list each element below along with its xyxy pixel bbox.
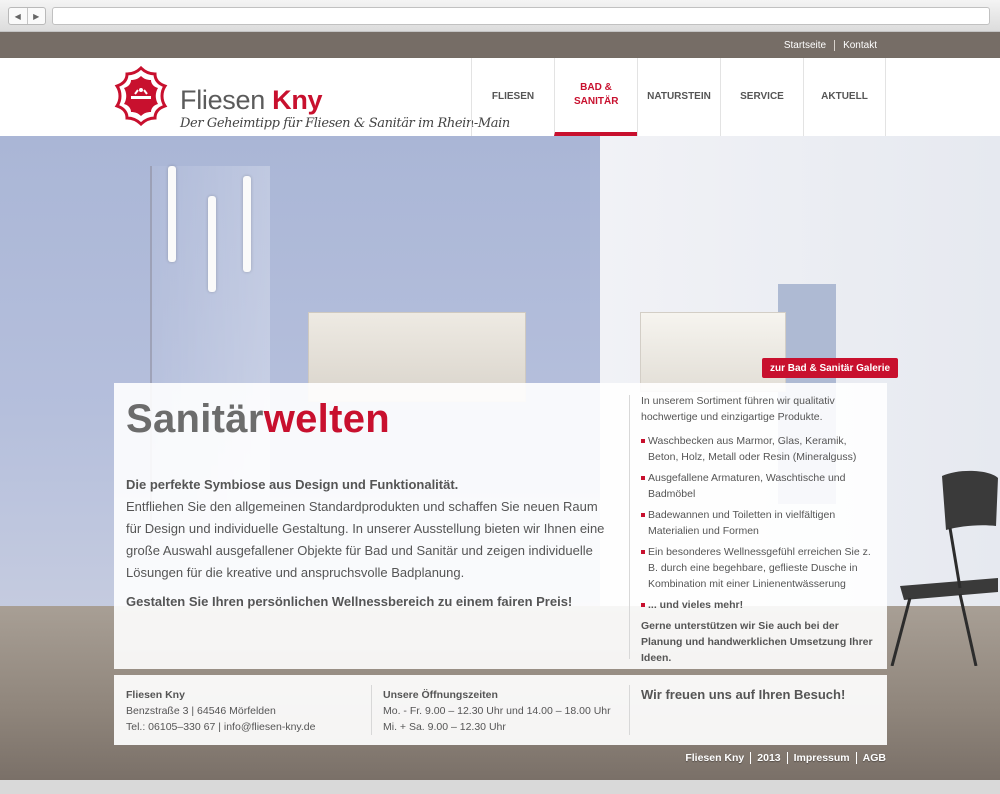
list-item: ... und vieles mehr! [641, 597, 876, 613]
address-bar[interactable] [52, 7, 990, 25]
bottom-link-agb[interactable]: AGB [855, 752, 886, 764]
top-link-kontakt[interactable]: Kontakt [834, 39, 885, 51]
product-list: Waschbecken aus Marmor, Glas, Keramik, B… [641, 433, 876, 613]
menu-item-service[interactable]: SERVICE [720, 58, 803, 136]
divider [629, 685, 630, 735]
lead-text: Entfliehen Sie den allgemeinen Standardp… [126, 499, 605, 580]
lead-bold: Die perfekte Symbiose aus Design und Fun… [126, 477, 459, 492]
ornament-logo-icon[interactable] [113, 66, 169, 126]
footer-street: Benzstraße 3 | 64546 Mörfelden [126, 705, 276, 717]
content-panel: Sanitärwelten Die perfekte Symbiose aus … [114, 383, 887, 669]
footer-info: Fliesen Kny Benzstraße 3 | 64546 Mörfeld… [114, 675, 887, 745]
footer-contact[interactable]: Tel.: 06105–330 67 | info@fliesen-kny.de [126, 721, 315, 733]
menu-item-naturstein[interactable]: NATURSTEIN [637, 58, 720, 136]
hero-cabinet-right [640, 312, 786, 392]
list-item: Badewannen und Toiletten in vielfältigen… [641, 507, 876, 539]
top-links: Startseite Kontakt [776, 32, 885, 58]
hours-saturday: Mi. + Sa. 9.00 – 12.30 Uhr [383, 721, 506, 733]
browser-nav-buttons: ◀ ▶ [8, 7, 46, 25]
footer-company: Fliesen Kny [126, 689, 185, 701]
pendant-lamp [243, 176, 251, 272]
brand-name-light: Fliesen [180, 85, 273, 115]
chair-illustration [890, 470, 998, 666]
welcome-text: Wir freuen uns auf Ihren Besuch! [641, 687, 846, 702]
forward-arrow-icon[interactable]: ▶ [28, 8, 46, 24]
pendant-lamp [168, 166, 176, 262]
sidebar-intro: In unserem Sortiment führen wir qualitat… [641, 395, 835, 423]
brand-tagline: Der Geheimtipp für Fliesen & Sanitär im … [180, 116, 510, 131]
gallery-button[interactable]: zur Bad & Sanitär Galerie [762, 358, 899, 378]
list-item: Ausgefallene Armaturen, Waschtische und … [641, 470, 876, 502]
divider [371, 685, 372, 735]
browser-toolbar: ◀ ▶ [0, 0, 1000, 32]
hours-weekday: Mo. - Fr. 9.00 – 12.30 Uhr und 14.00 – 1… [383, 705, 611, 717]
hours-title: Unsere Öffnungszeiten [383, 689, 498, 701]
brand-name-bold: Kny [272, 85, 323, 115]
divider [629, 395, 630, 659]
footer-address: Fliesen Kny Benzstraße 3 | 64546 Mörfeld… [126, 687, 315, 735]
back-arrow-icon[interactable]: ◀ [9, 8, 28, 24]
bottom-links: Fliesen Kny 2013 Impressum AGB [679, 752, 886, 764]
pendant-lamp [208, 196, 216, 292]
top-bar: Startseite Kontakt [0, 32, 1000, 58]
list-item: Waschbecken aus Marmor, Glas, Keramik, B… [641, 433, 876, 465]
bottom-link-company[interactable]: Fliesen Kny [679, 752, 750, 764]
content-main: Sanitärwelten Die perfekte Symbiose aus … [126, 397, 616, 609]
lead-paragraph: Die perfekte Symbiose aus Design und Fun… [126, 474, 616, 584]
list-item: Ein besonderes Wellnessgefühl erreichen … [641, 544, 876, 592]
page-title-accent: welten [263, 397, 390, 441]
top-link-startseite[interactable]: Startseite [776, 40, 834, 51]
content-sidebar: In unserem Sortiment führen wir qualitat… [641, 393, 876, 666]
sidebar-outro: Gerne unterstützen wir Sie auch bei der … [641, 620, 873, 664]
menu-item-bad-sanitaer[interactable]: BAD & SANITÄR [554, 58, 637, 136]
bottom-link-impressum[interactable]: Impressum [786, 752, 856, 764]
page-title: Sanitärwelten [126, 397, 616, 442]
menu-item-fliesen[interactable]: FLIESEN [471, 58, 554, 136]
menu-item-label: BAD & SANITÄR [574, 82, 619, 107]
main-menu: FLIESEN BAD & SANITÄR NATURSTEIN SERVICE… [471, 58, 886, 136]
site-header: Fliesen Kny Der Geheimtipp für Fliesen &… [0, 58, 1000, 136]
menu-item-aktuell[interactable]: AKTUELL [803, 58, 886, 136]
brand-name[interactable]: Fliesen Kny [180, 85, 323, 116]
page-title-plain: Sanitär [126, 397, 264, 441]
window-bottom-edge [0, 780, 1000, 794]
bottom-year: 2013 [750, 752, 786, 764]
claim-text: Gestalten Sie Ihren persönlichen Wellnes… [126, 594, 573, 609]
footer-hours: Unsere Öffnungszeiten Mo. - Fr. 9.00 – 1… [383, 687, 611, 735]
